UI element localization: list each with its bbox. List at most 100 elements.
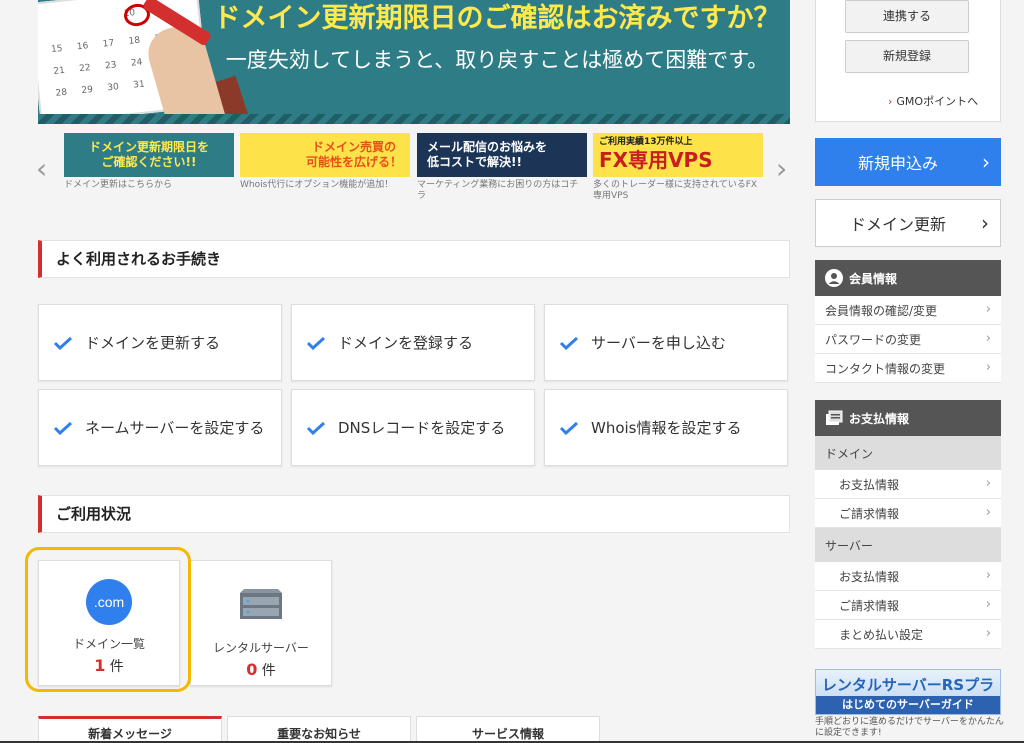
sidebar-item-domain-payment[interactable]: お支払情報 › (815, 470, 1001, 499)
calendar-number: 15 (50, 43, 64, 56)
usage-count-number: 0 (246, 660, 258, 679)
calendar-number: 24 (130, 57, 143, 69)
proc-label: Whois情報を設定する (591, 419, 742, 437)
chevron-right-icon: › (985, 476, 991, 491)
sidebar-item-password[interactable]: パスワードの変更 › (815, 325, 1001, 354)
proc-label: DNSレコードを設定する (338, 419, 506, 437)
proc-register-domain[interactable]: ドメインを登録する (291, 304, 535, 381)
proc-label: ドメインを更新する (85, 334, 221, 352)
user-icon (825, 269, 843, 287)
check-icon (53, 336, 73, 350)
promo-mail[interactable]: メール配信のお悩みを 低コストで解決!! マーケティング業務にお困りの方はコチラ (417, 133, 587, 203)
chevron-right-icon: › (981, 211, 989, 235)
payment-info-heading: お支払情報 (815, 400, 1001, 436)
sidebar-item-label: パスワードの変更 (825, 332, 922, 347)
check-icon (53, 421, 73, 435)
hero-stripe-decoration (38, 114, 790, 124)
tab-service-info[interactable]: サービス情報 (416, 716, 600, 743)
sidebar-item-server-payment[interactable]: お支払情報 › (815, 562, 1001, 591)
new-application-label: 新規申込み (857, 154, 938, 173)
chevron-right-icon: › (985, 360, 991, 375)
promo-caption: Whois代行にオプション機能が追加！ (240, 180, 394, 190)
hero-banner[interactable]: 10 15 16 17 18 19 21 22 23 24 25 28 29 3… (38, 0, 790, 124)
sidebar-category-domain: ドメイン (815, 436, 1001, 470)
sidebar-item-label: ご請求情報 (839, 598, 900, 613)
domain-renew-label: ドメイン更新 (849, 215, 946, 234)
calendar-number: 22 (78, 63, 92, 75)
usage-label: レンタルサーバー (213, 641, 309, 655)
proc-dns-record[interactable]: DNSレコードを設定する (291, 389, 535, 466)
promo-banner-top: ご利用実績13万件以上 (599, 136, 693, 147)
member-info-heading: 会員情報 (815, 260, 1001, 296)
check-icon (559, 336, 579, 350)
new-register-button[interactable]: 新規登録 (845, 40, 969, 73)
chevron-right-icon: › (985, 302, 991, 317)
promo-whois[interactable]: ドメイン売買の 可能性を広げる！ Whois代行にオプション機能が追加！ (240, 133, 410, 191)
promo-caption: マーケティング業務にお困りの方はコチラ (417, 180, 579, 202)
calendar-number: 29 (81, 84, 94, 97)
chevron-right-icon: › (982, 150, 990, 174)
hero-title: ドメイン更新期限日のご確認はお済みですか？ (213, 3, 781, 34)
link-account-button[interactable]: 連携する (845, 0, 969, 33)
usage-count-unit: 件 (261, 663, 276, 679)
chevron-right-icon: › (985, 568, 991, 583)
proc-label: ドメインを登録する (338, 334, 474, 352)
procedures-heading: よく利用されるお手続き (38, 240, 790, 278)
proc-apply-server[interactable]: サーバーを申し込む (544, 304, 788, 381)
tab-important-notices[interactable]: 重要なお知らせ (227, 716, 411, 743)
sidebar-item-label: 会員情報の確認/変更 (825, 303, 938, 318)
sidebar-item-label: まとめ払い設定 (839, 627, 924, 642)
rental-server-guide-banner[interactable]: レンタルサーバーRSプラン はじめてのサーバーガイド (815, 669, 1001, 715)
caret-right-icon: › (888, 95, 893, 108)
calendar-number: 21 (52, 65, 66, 77)
sidebar-item-server-billing[interactable]: ご請求情報 › (815, 591, 1001, 620)
chevron-right-icon: › (985, 505, 991, 520)
carousel-next-icon[interactable]: › (776, 155, 787, 183)
proc-nameserver[interactable]: ネームサーバーを設定する (38, 389, 282, 466)
sidebar-item-label: ご請求情報 (839, 506, 900, 521)
usage-rental-server[interactable]: レンタルサーバー 0 件 (190, 560, 332, 686)
domain-renew-button[interactable]: ドメイン更新 › (815, 199, 1001, 247)
sidebar-item-contact[interactable]: コンタクト情報の変更 › (815, 354, 1001, 383)
calendar-number: 30 (106, 82, 120, 94)
sidebar-item-label: お支払情報 (839, 477, 900, 492)
promo-banner[interactable]: ご利用実績13万件以上 FX専用VPS (593, 133, 763, 177)
promo-banner[interactable]: ドメイン更新期限日を ご確認ください!! (64, 133, 234, 177)
sidebar-item-bulk-payment[interactable]: まとめ払い設定 › (815, 620, 1001, 649)
sidebar-category-server: サーバー (815, 528, 1001, 562)
chevron-right-icon: › (985, 597, 991, 612)
sidebar-item-domain-billing[interactable]: ご請求情報 › (815, 499, 1001, 528)
promo-caption: ドメイン更新はこちらから (64, 180, 173, 190)
proc-label: サーバーを申し込む (591, 334, 726, 352)
calendar-number: 17 (102, 38, 115, 50)
calendar-number: 23 (104, 60, 118, 72)
check-icon (306, 421, 326, 435)
sidebar-item-label: お支払情報 (839, 569, 900, 584)
promo-banner[interactable]: メール配信のお悩みを 低コストで解決!! (417, 133, 587, 177)
promo-banner-main: FX専用VPS (599, 148, 713, 173)
calendar-number: 16 (76, 41, 89, 53)
promo-caption: 多くのトレーダー様に支持されているFX専用VPS (593, 180, 758, 202)
gmo-points-label: GMOポイントへ (896, 95, 979, 108)
sidebar-item-member-confirm[interactable]: 会員情報の確認/変更 › (815, 296, 1001, 325)
promo-fx-vps[interactable]: ご利用実績13万件以上 FX専用VPS 多くのトレーダー様に支持されているFX専… (593, 133, 763, 203)
promo-domain-renew[interactable]: ドメイン更新期限日を ご確認ください!! ドメイン更新はこちらから (64, 133, 234, 191)
payment-info-title: お支払情報 (849, 411, 910, 426)
proc-renew-domain[interactable]: ドメインを更新する (38, 304, 282, 381)
hero-subtitle: 一度失効してしまうと、取り戻すことは極めて困難です。 (225, 48, 769, 72)
chevron-right-icon: › (985, 331, 991, 346)
check-icon (559, 421, 579, 435)
sidebar-item-label: コンタクト情報の変更 (825, 361, 946, 376)
carousel-prev-icon[interactable]: ‹ (36, 155, 47, 183)
server-icon (240, 589, 282, 619)
proc-whois[interactable]: Whois情報を設定する (544, 389, 788, 466)
tab-new-messages[interactable]: 新着メッセージ (38, 716, 222, 743)
promo-banner[interactable]: ドメイン売買の 可能性を広げる！ (240, 133, 410, 177)
rs-banner-caption: 手順どおりに進めるだけでサーバーをかんたんに設定できます! (815, 717, 1004, 738)
gmo-points-link[interactable]: › GMOポイントへ (888, 93, 978, 109)
calendar-number: 18 (128, 35, 141, 47)
receipt-icon (825, 410, 843, 426)
calendar-number: 31 (132, 79, 146, 91)
check-icon (306, 336, 326, 350)
new-application-button[interactable]: 新規申込み › (815, 138, 1001, 186)
